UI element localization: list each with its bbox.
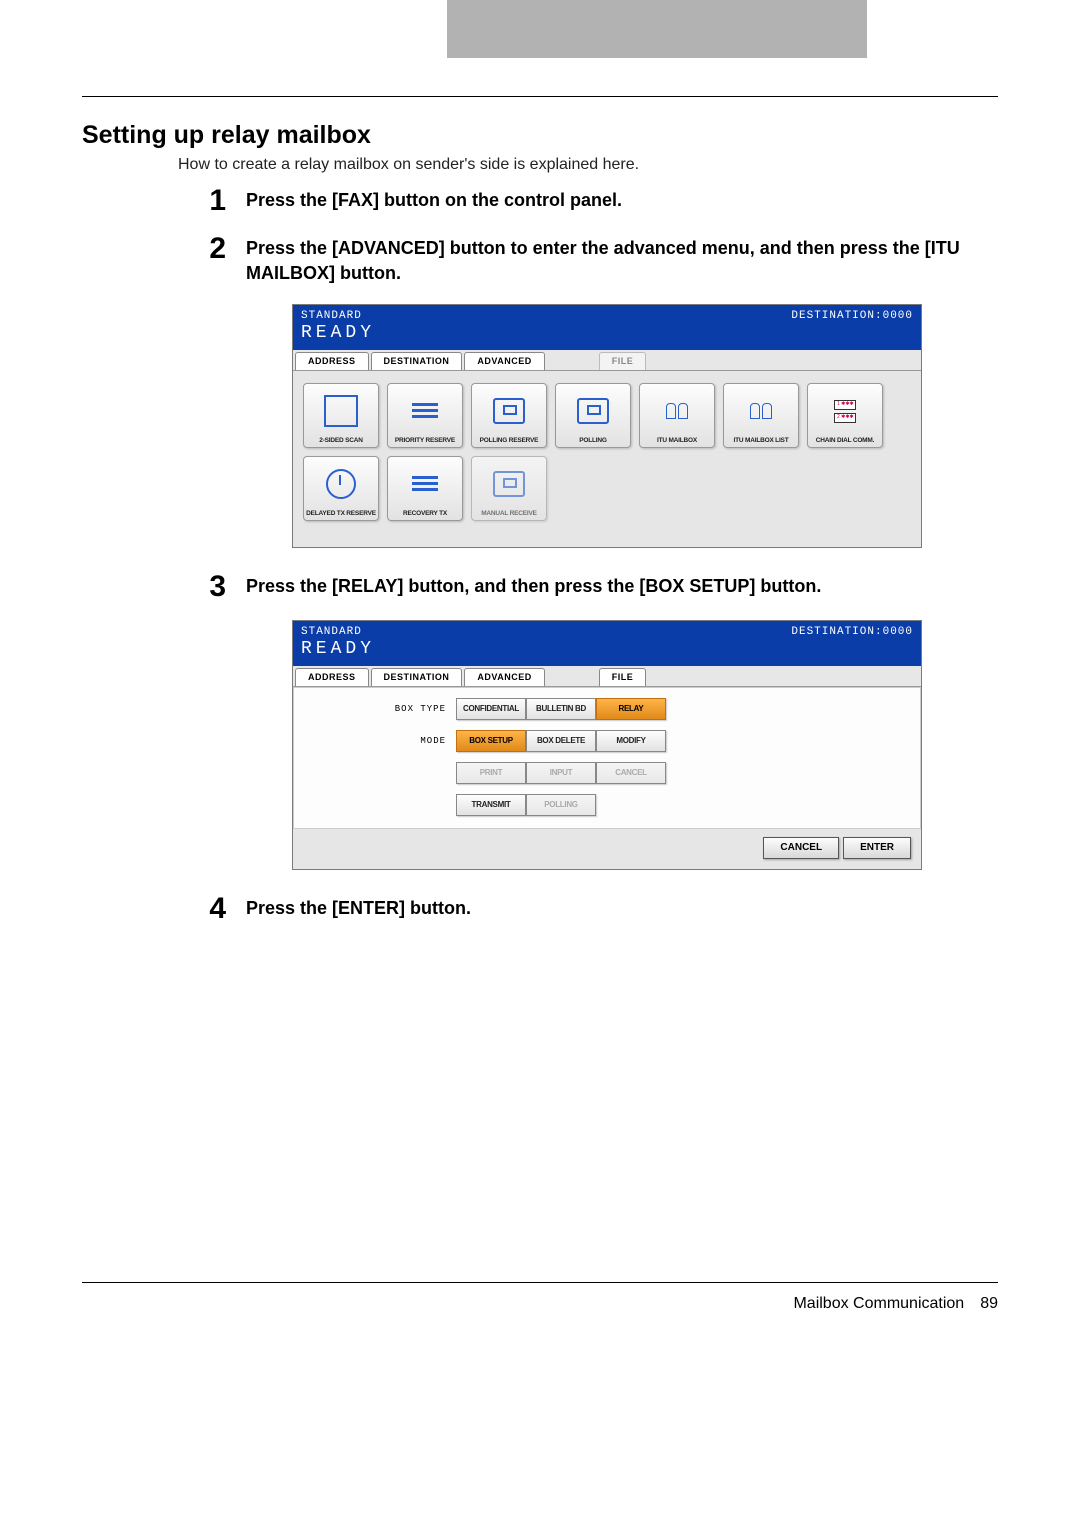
btn-delayed-tx-reserve[interactable]: DELAYED TX RESERVE [303,456,379,521]
priority-reserve-icon [412,384,438,438]
ss1-icon-row-2: DELAYED TX RESERVE RECOVERY TX MANUAL RE… [303,456,911,521]
btn-manual-receive[interactable]: MANUAL RECEIVE [471,456,547,521]
step-1-text: Press the [FAX] button on the control pa… [246,186,998,216]
ss2-standard-label: STANDARD [301,627,375,638]
tab-file[interactable]: FILE [599,352,647,370]
ss2-tabs: ADDRESS DESTINATION ADVANCED FILE [293,666,921,687]
section-title: Setting up relay mailbox [82,121,998,150]
screenshot-1: STANDARD READY DESTINATION:0000 ADDRESS … [292,304,922,548]
btn-chain-dial-comm[interactable]: CHAIN DIAL COMM. [807,383,883,448]
btn-input[interactable]: INPUT [526,762,596,784]
btn-polling[interactable]: POLLING [555,383,631,448]
ss1-ready-label: READY [301,324,375,342]
btn-polling-reserve[interactable]: POLLING RESERVE [471,383,547,448]
ss2-footer: CANCEL ENTER [293,829,921,869]
step-4-number: 4 [178,894,246,924]
btn-2-sided-scan[interactable]: 2-SIDED SCAN [303,383,379,448]
ss2-tab-destination[interactable]: DESTINATION [371,668,463,686]
footer-page-number: 89 [980,1295,998,1313]
ss2-ready-label: READY [301,640,375,658]
btn-cancel-small[interactable]: CANCEL [596,762,666,784]
ss2-mode-row: MODE BOX SETUP BOX DELETE MODIFY [306,730,908,752]
btn-relay[interactable]: RELAY [596,698,666,720]
ss2-tab-address[interactable]: ADDRESS [295,668,369,686]
gray-header-block [447,0,867,58]
ss2-tab-file[interactable]: FILE [599,668,647,686]
footer-section-label: Mailbox Communication [793,1295,964,1313]
ss2-box-type-label: BOX TYPE [306,705,446,714]
btn-transmit[interactable]: TRANSMIT [456,794,526,816]
ss1-icon-row-1: 2-SIDED SCAN PRIORITY RESERVE POLLING RE… [303,383,911,448]
ss1-header: STANDARD READY DESTINATION:0000 [293,305,921,350]
intro-text: How to create a relay mailbox on sender'… [178,156,998,174]
btn-footer-enter[interactable]: ENTER [843,837,911,859]
btn-recovery-tx[interactable]: RECOVERY TX [387,456,463,521]
polling-reserve-icon [493,384,525,438]
btn-footer-cancel[interactable]: CANCEL [763,837,839,859]
btn-box-delete[interactable]: BOX DELETE [526,730,596,752]
btn-confidential[interactable]: CONFIDENTIAL [456,698,526,720]
ss2-box-type-row: BOX TYPE CONFIDENTIAL BULLETIN BD RELAY [306,698,908,720]
bottom-rule [82,1282,998,1283]
ss2-header: STANDARD READY DESTINATION:0000 [293,621,921,666]
step-3-text: Press the [RELAY] button, and then press… [246,572,998,602]
itu-mailbox-icon [666,384,688,438]
btn-bulletin-bd[interactable]: BULLETIN BD [526,698,596,720]
step-2-text: Press the [ADVANCED] button to enter the… [246,234,998,286]
tab-address[interactable]: ADDRESS [295,352,369,370]
btn-itu-mailbox-list[interactable]: ITU MAILBOX LIST [723,383,799,448]
step-3-number: 3 [178,572,246,602]
itu-mailbox-list-icon [750,384,772,438]
ss1-standard-label: STANDARD [301,311,375,322]
step-3: 3 Press the [RELAY] button, and then pre… [82,572,998,602]
step-1-number: 1 [178,186,246,216]
step-2: 2 Press the [ADVANCED] button to enter t… [82,234,998,286]
btn-box-setup[interactable]: BOX SETUP [456,730,526,752]
btn-polling-small[interactable]: POLLING [526,794,596,816]
btn-priority-reserve[interactable]: PRIORITY RESERVE [387,383,463,448]
step-2-number: 2 [178,234,246,286]
ss1-destination-label: DESTINATION:0000 [791,311,913,342]
btn-itu-mailbox[interactable]: ITU MAILBOX [639,383,715,448]
recovery-tx-icon [412,457,438,511]
manual-receive-icon [493,457,525,511]
ss2-destination-label: DESTINATION:0000 [791,627,913,658]
top-rule [82,96,998,97]
tab-advanced[interactable]: ADVANCED [464,352,544,370]
chain-dial-icon [834,384,856,438]
step-4-text: Press the [ENTER] button. [246,894,998,924]
step-4: 4 Press the [ENTER] button. [82,894,998,924]
ss1-tabs: ADDRESS DESTINATION ADVANCED FILE [293,350,921,371]
btn-modify[interactable]: MODIFY [596,730,666,752]
polling-icon [577,384,609,438]
tab-destination[interactable]: DESTINATION [371,352,463,370]
screenshot-2: STANDARD READY DESTINATION:0000 ADDRESS … [292,620,922,870]
page-footer: Mailbox Communication 89 [82,1295,998,1313]
two-sided-scan-icon [324,384,358,438]
delayed-tx-icon [326,457,356,511]
step-1: 1 Press the [FAX] button on the control … [82,186,998,216]
ss2-mode-label: MODE [306,737,446,746]
ss2-tab-advanced[interactable]: ADVANCED [464,668,544,686]
btn-print[interactable]: PRINT [456,762,526,784]
